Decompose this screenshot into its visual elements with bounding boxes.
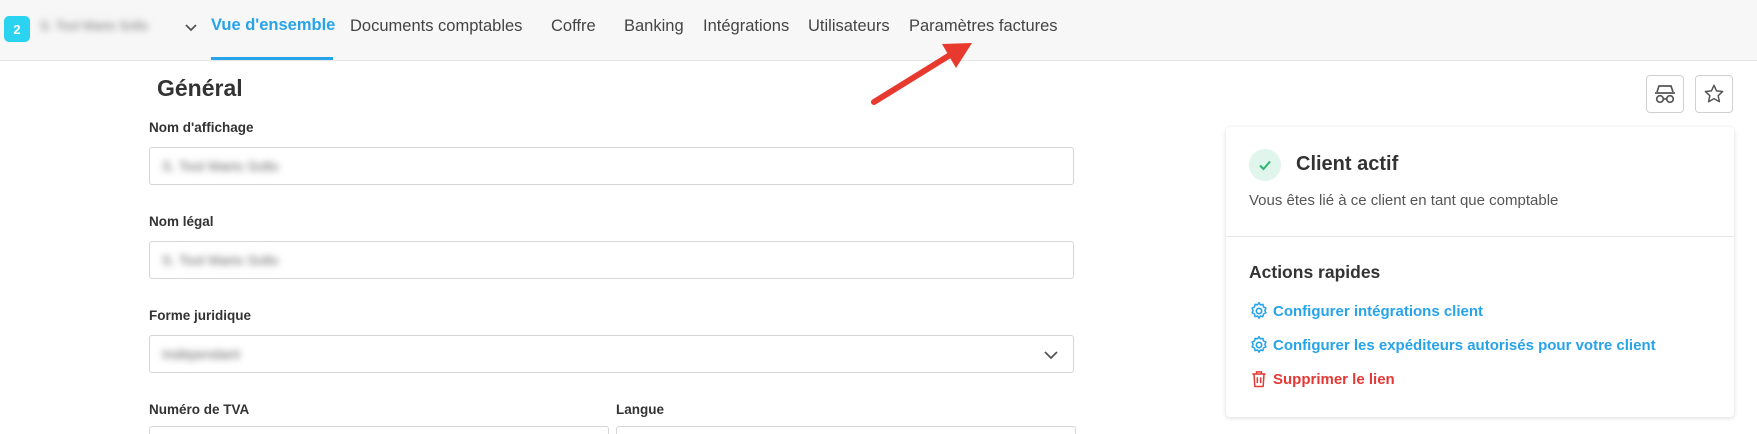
configure-senders-link[interactable]: Configurer les expéditeurs autorisés pou… <box>1249 335 1656 355</box>
delete-link-label: Supprimer le lien <box>1273 370 1395 388</box>
gear-icon <box>1251 301 1267 319</box>
star-icon <box>1704 84 1724 103</box>
incognito-button[interactable] <box>1646 75 1684 113</box>
legal-name-label: Nom légal <box>149 214 214 229</box>
legal-name-field[interactable]: S. Tool Mario Sollo <box>149 241 1074 279</box>
legal-name-value: S. Tool Mario Sollo <box>162 252 279 268</box>
status-subtitle: Vous êtes lié à ce client en tant que co… <box>1249 192 1559 209</box>
client-status-card: Client actif Vous êtes lié à ce client e… <box>1226 127 1734 417</box>
red-arrow-annotation <box>871 43 972 105</box>
delete-link-button[interactable]: Supprimer le lien <box>1249 369 1395 389</box>
language-select[interactable] <box>616 426 1076 434</box>
tab-coffre[interactable]: Coffre <box>551 17 596 36</box>
favorite-button[interactable] <box>1695 75 1733 113</box>
section-title: Général <box>157 75 243 101</box>
display-name-value: S. Tool Mario Sollo <box>162 158 279 174</box>
configure-integrations-label: Configurer intégrations client <box>1273 302 1484 320</box>
trash-icon <box>1252 371 1266 388</box>
client-name[interactable]: S. Tool Mario Sollo <box>40 18 180 36</box>
chevron-down-icon <box>1044 351 1058 360</box>
legal-form-value: Indépendant <box>162 346 240 362</box>
legal-form-label: Forme juridique <box>149 308 252 323</box>
vat-label: Numéro de TVA <box>149 402 250 417</box>
client-number-badge: 2 <box>4 16 30 42</box>
display-name-field[interactable]: S. Tool Mario Sollo <box>149 147 1074 185</box>
tab-banking[interactable]: Banking <box>624 17 684 36</box>
status-title: Client actif <box>1296 153 1399 175</box>
check-icon <box>1259 160 1271 171</box>
tab-integrations[interactable]: Intégrations <box>703 17 789 36</box>
card-divider <box>1226 236 1734 237</box>
quick-actions-title: Actions rapides <box>1249 262 1381 282</box>
tab-vue-ensemble[interactable]: Vue d'ensemble <box>211 16 335 35</box>
tab-parametres-factures[interactable]: Paramètres factures <box>909 17 1058 36</box>
active-tab-indicator <box>211 57 333 60</box>
chevron-down-icon[interactable] <box>183 20 199 36</box>
legal-form-select[interactable]: Indépendant <box>149 335 1074 373</box>
status-indicator <box>1249 149 1281 181</box>
incognito-icon <box>1655 85 1675 104</box>
tab-documents-comptables[interactable]: Documents comptables <box>350 17 522 36</box>
display-name-label: Nom d'affichage <box>149 120 254 135</box>
tab-utilisateurs[interactable]: Utilisateurs <box>808 17 890 36</box>
configure-integrations-link[interactable]: Configurer intégrations client <box>1249 301 1483 321</box>
language-label: Langue <box>616 402 665 417</box>
vat-field[interactable] <box>149 426 609 434</box>
gear-icon <box>1251 335 1267 353</box>
configure-senders-label: Configurer les expéditeurs autorisés pou… <box>1273 336 1656 354</box>
